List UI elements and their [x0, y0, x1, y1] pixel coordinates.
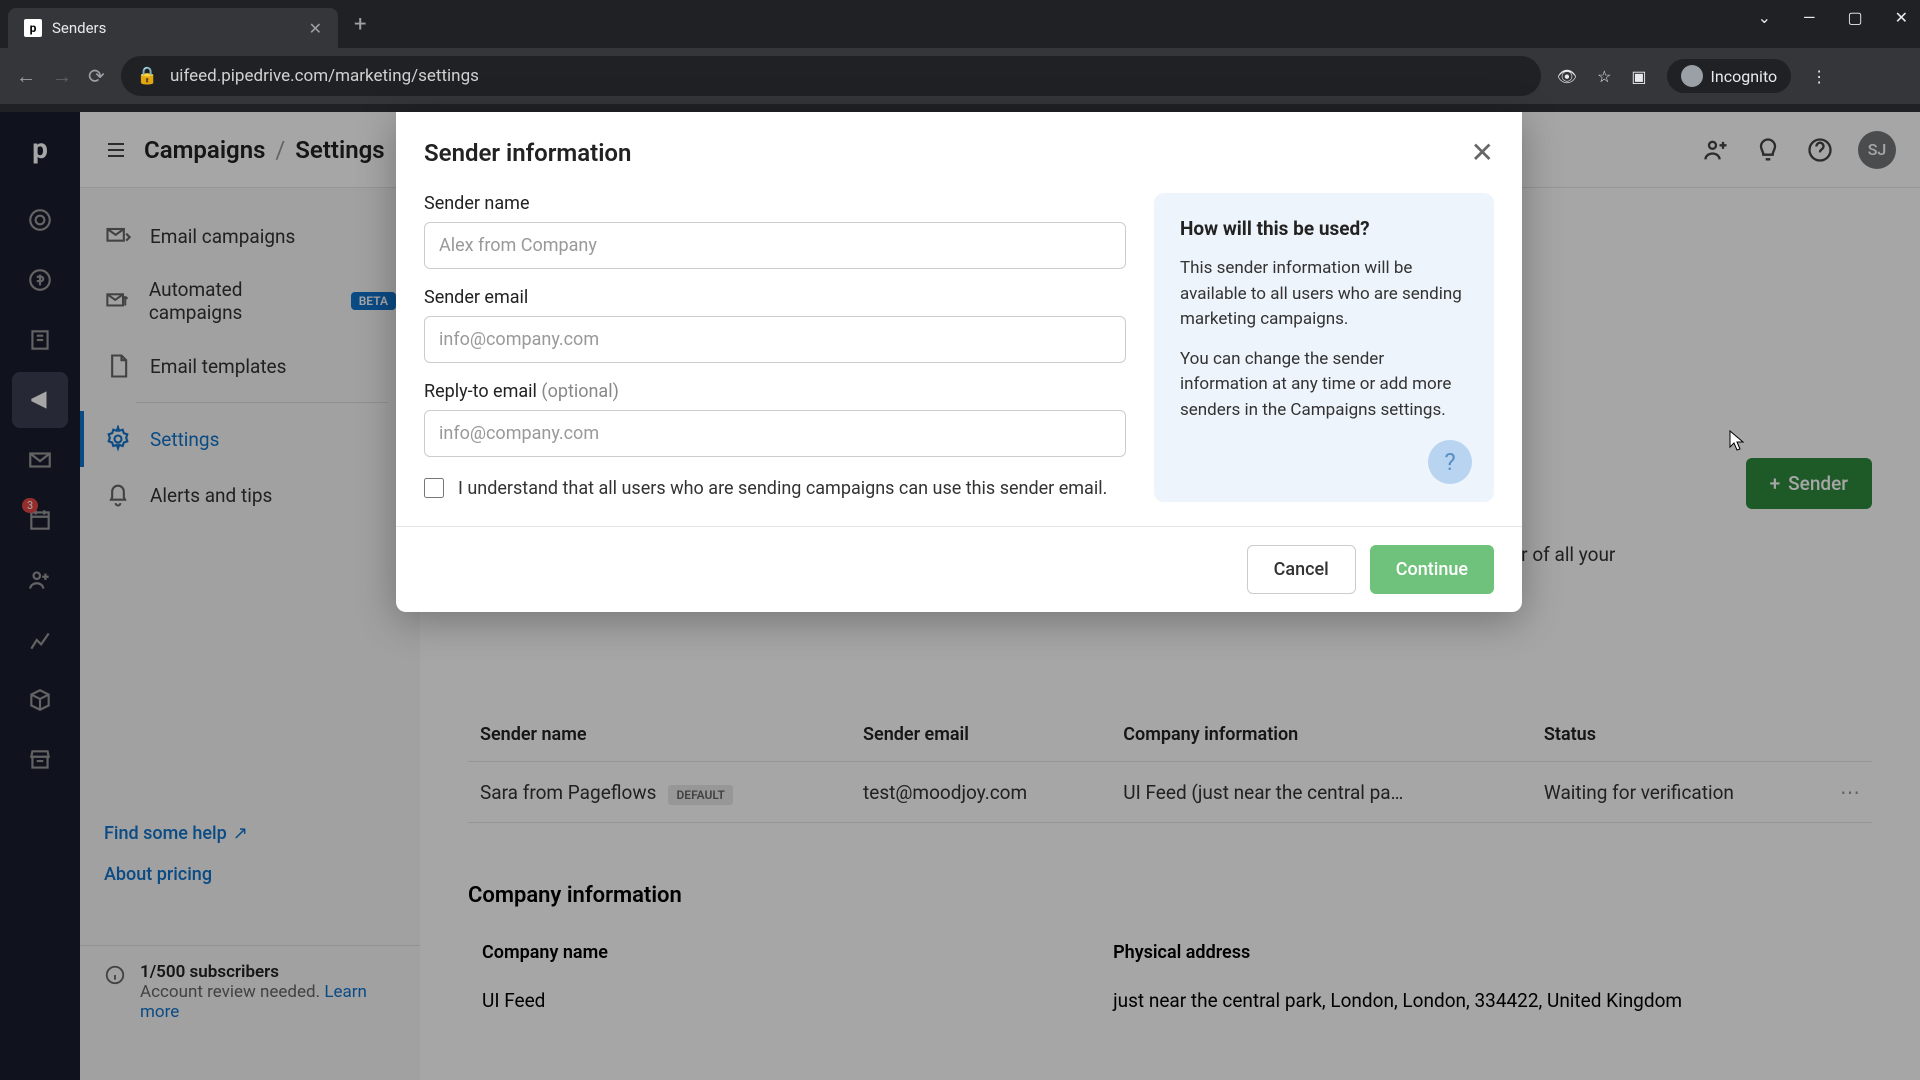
modal-info-panel: How will this be used? This sender infor… — [1154, 193, 1494, 502]
star-icon[interactable]: ☆ — [1597, 67, 1611, 86]
chevron-down-icon[interactable]: ⌄ — [1758, 8, 1771, 27]
browser-toolbar: ← → ⟳ 🔒 uifeed.pipedrive.com/marketing/s… — [0, 48, 1920, 104]
back-button[interactable]: ← — [16, 64, 36, 89]
tab-title: Senders — [52, 19, 299, 37]
incognito-badge: Incognito — [1667, 59, 1792, 93]
info-paragraph-1: This sender information will be availabl… — [1180, 256, 1468, 333]
maximize-icon[interactable]: ▢ — [1847, 8, 1862, 27]
url-text: uifeed.pipedrive.com/marketing/settings — [170, 66, 479, 86]
tab-bar: p Senders ✕ + ⌄ — ▢ ✕ — [0, 0, 1920, 48]
info-title: How will this be used? — [1180, 217, 1468, 240]
url-bar[interactable]: 🔒 uifeed.pipedrive.com/marketing/setting… — [121, 56, 1541, 96]
reply-to-input[interactable] — [424, 410, 1126, 457]
tab-close-icon[interactable]: ✕ — [309, 19, 322, 38]
reply-to-label: Reply-to email (optional) — [424, 381, 1126, 402]
forward-button[interactable]: → — [52, 64, 72, 89]
modal-close-button[interactable]: ✕ — [1471, 136, 1494, 169]
kebab-menu-icon[interactable]: ⋮ — [1811, 67, 1827, 86]
sender-email-input[interactable] — [424, 316, 1126, 363]
sender-email-label: Sender email — [424, 287, 1126, 308]
sender-name-input[interactable] — [424, 222, 1126, 269]
sender-info-modal: Sender information ✕ Sender name Sender … — [396, 112, 1522, 612]
minimize-icon[interactable]: — — [1803, 8, 1816, 27]
lock-icon: 🔒 — [137, 66, 158, 86]
sender-name-label: Sender name — [424, 193, 1126, 214]
reload-button[interactable]: ⟳ — [88, 64, 105, 88]
info-paragraph-2: You can change the sender information at… — [1180, 347, 1468, 424]
cancel-button[interactable]: Cancel — [1247, 545, 1356, 594]
tab-favicon: p — [24, 19, 42, 37]
browser-tab[interactable]: p Senders ✕ — [8, 8, 338, 48]
consent-label: I understand that all users who are send… — [458, 475, 1107, 502]
extension-icon[interactable]: ▣ — [1631, 67, 1646, 86]
incognito-icon — [1681, 65, 1703, 87]
eye-off-icon[interactable]: 👁 — [1557, 67, 1577, 86]
continue-button[interactable]: Continue — [1370, 545, 1494, 594]
modal-title: Sender information — [424, 139, 631, 167]
window-controls: ⌄ — ▢ ✕ — [1758, 8, 1908, 27]
browser-chrome: p Senders ✕ + ⌄ — ▢ ✕ ← → ⟳ 🔒 uifeed.pip… — [0, 0, 1920, 112]
new-tab-button[interactable]: + — [354, 12, 366, 37]
close-window-icon[interactable]: ✕ — [1895, 8, 1908, 27]
consent-checkbox[interactable] — [424, 478, 444, 498]
lightbulb-icon: ? — [1428, 440, 1472, 484]
